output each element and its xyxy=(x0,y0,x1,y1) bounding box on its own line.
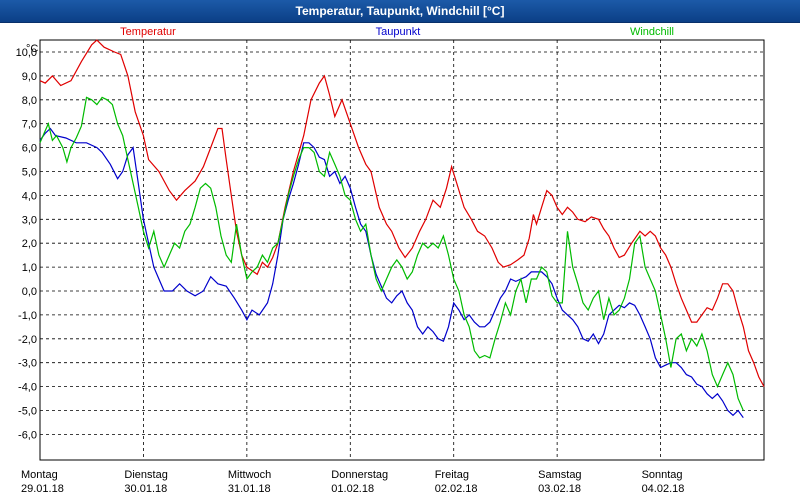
x-day-label: Mittwoch xyxy=(228,469,271,481)
y-tick-label: -5,0 xyxy=(18,406,37,418)
x-date-label: 02.02.18 xyxy=(435,483,478,495)
y-tick-label: -2,0 xyxy=(18,334,37,346)
y-tick-label: -3,0 xyxy=(18,358,37,370)
x-day-label: Sonntag xyxy=(642,469,683,481)
window-titlebar: Temperatur, Taupunkt, Windchill [°C] xyxy=(0,0,800,23)
chart-window: Temperatur, Taupunkt, Windchill [°C] 10,… xyxy=(0,0,800,500)
y-tick-label: -6,0 xyxy=(18,429,37,441)
x-date-label: 01.02.18 xyxy=(331,483,374,495)
x-date-label: 29.01.18 xyxy=(21,483,64,495)
y-tick-label: 3,0 xyxy=(22,214,37,226)
temperature-chart: 10,09,08,07,06,05,04,03,02,01,00,0-1,0-2… xyxy=(16,26,765,495)
x-date-label: 30.01.18 xyxy=(124,483,167,495)
x-day-label: Montag xyxy=(21,469,58,481)
y-tick-label: -4,0 xyxy=(18,382,37,394)
x-date-label: 31.01.18 xyxy=(228,483,271,495)
y-tick-label: 5,0 xyxy=(22,167,37,179)
y-tick-label: -1,0 xyxy=(18,310,37,322)
legend-taupunkt: Taupunkt xyxy=(376,26,421,38)
y-tick-label: 9,0 xyxy=(22,71,37,83)
window-title: Temperatur, Taupunkt, Windchill [°C] xyxy=(295,4,505,18)
y-tick-label: 1,0 xyxy=(22,262,37,274)
y-tick-label: 0,0 xyxy=(22,286,37,298)
legend-temperatur: Temperatur xyxy=(120,26,176,38)
x-day-label: Donnerstag xyxy=(331,469,388,481)
x-date-label: 04.02.18 xyxy=(642,483,685,495)
y-tick-label: 4,0 xyxy=(22,190,37,202)
y-tick-label: 8,0 xyxy=(22,95,37,107)
x-day-label: Freitag xyxy=(435,469,469,481)
x-day-label: Samstag xyxy=(538,469,581,481)
y-tick-label: 7,0 xyxy=(22,119,37,131)
legend-windchill: Windchill xyxy=(630,26,674,38)
y-tick-label: 2,0 xyxy=(22,238,37,250)
x-date-label: 03.02.18 xyxy=(538,483,581,495)
y-tick-label: 6,0 xyxy=(22,143,37,155)
x-day-label: Dienstag xyxy=(124,469,167,481)
y-axis-unit: °C xyxy=(26,43,38,55)
